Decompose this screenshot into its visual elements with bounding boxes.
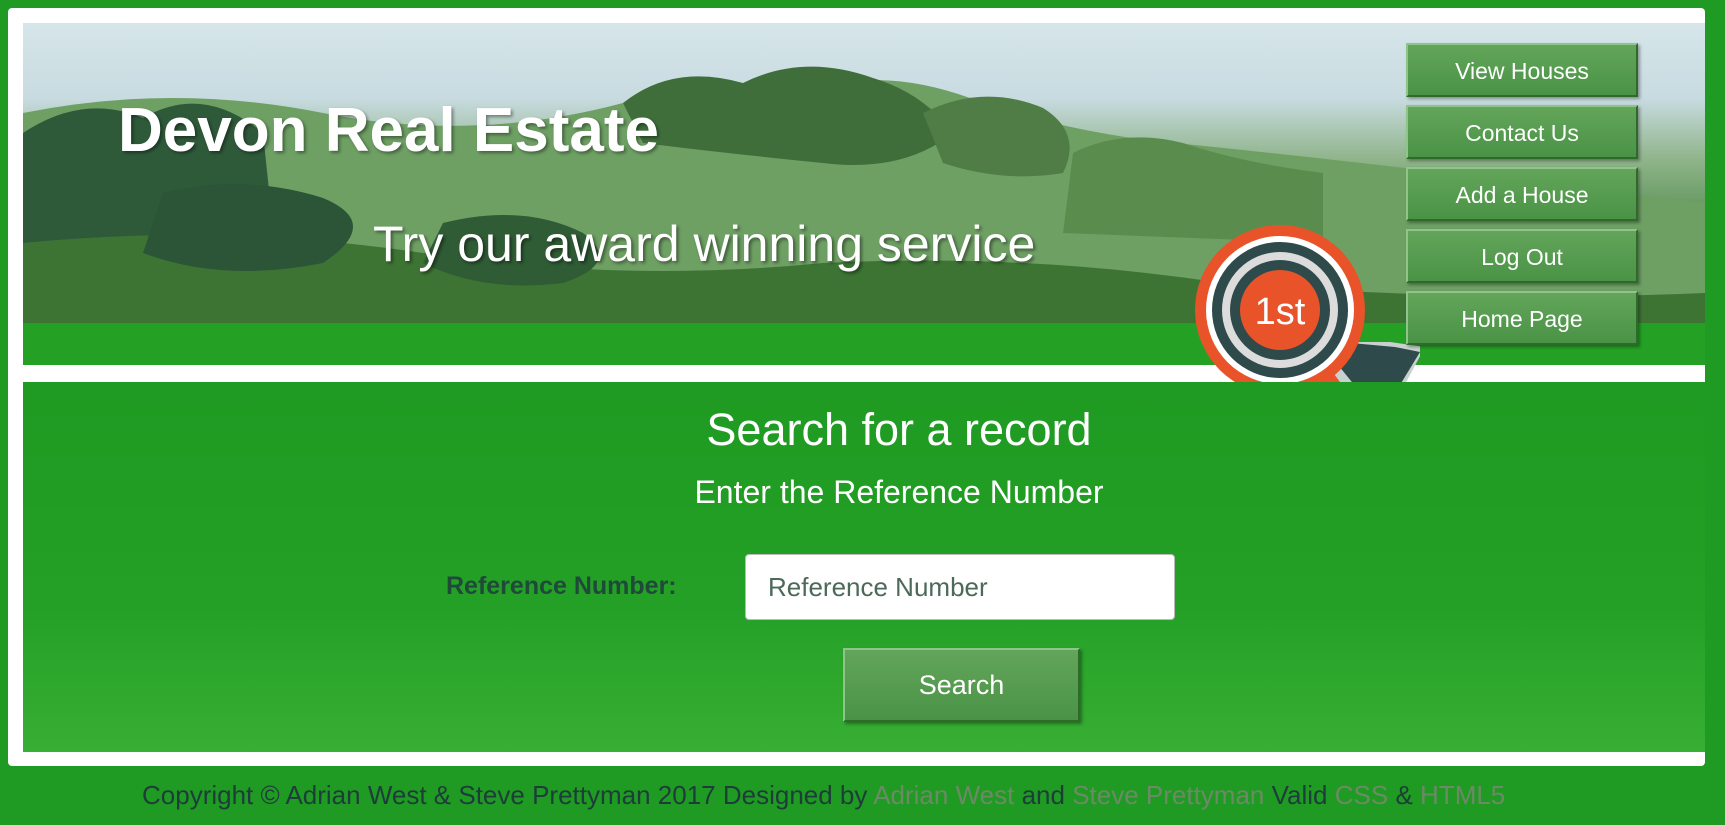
copyright-text: Copyright © Adrian West & Steve Prettyma… <box>142 780 868 810</box>
search-title: Search for a record <box>706 404 1092 455</box>
search-button[interactable]: Search <box>843 648 1080 722</box>
html5-link[interactable]: HTML5 <box>1420 780 1505 810</box>
nav-add-a-house[interactable]: Add a House <box>1406 167 1638 221</box>
valid-text: Valid <box>1271 780 1328 810</box>
footer-amp-text: & <box>1395 780 1413 810</box>
designer-link-steve[interactable]: Steve Prettyman <box>1072 780 1264 810</box>
main-nav: View Houses Contact Us Add a House Log O… <box>1406 43 1642 353</box>
nav-view-houses[interactable]: View Houses <box>1406 43 1638 97</box>
badge-text: 1st <box>1255 291 1306 333</box>
tagline: Try our award winning service <box>373 216 1036 272</box>
css-link[interactable]: CSS <box>1335 780 1388 810</box>
designer-link-adrian[interactable]: Adrian West <box>873 780 1014 810</box>
nav-contact-us[interactable]: Contact Us <box>1406 105 1638 159</box>
site-title: Devon Real Estate <box>118 96 659 165</box>
nav-log-out[interactable]: Log Out <box>1406 229 1638 283</box>
nav-home-page[interactable]: Home Page <box>1406 291 1638 345</box>
reference-number-label: Reference Number: <box>446 572 677 600</box>
footer-and-text: and <box>1021 780 1065 810</box>
search-panel: Search for a record Enter the Reference … <box>23 382 1705 752</box>
search-subtitle: Enter the Reference Number <box>694 474 1104 510</box>
reference-number-input[interactable] <box>745 554 1175 620</box>
